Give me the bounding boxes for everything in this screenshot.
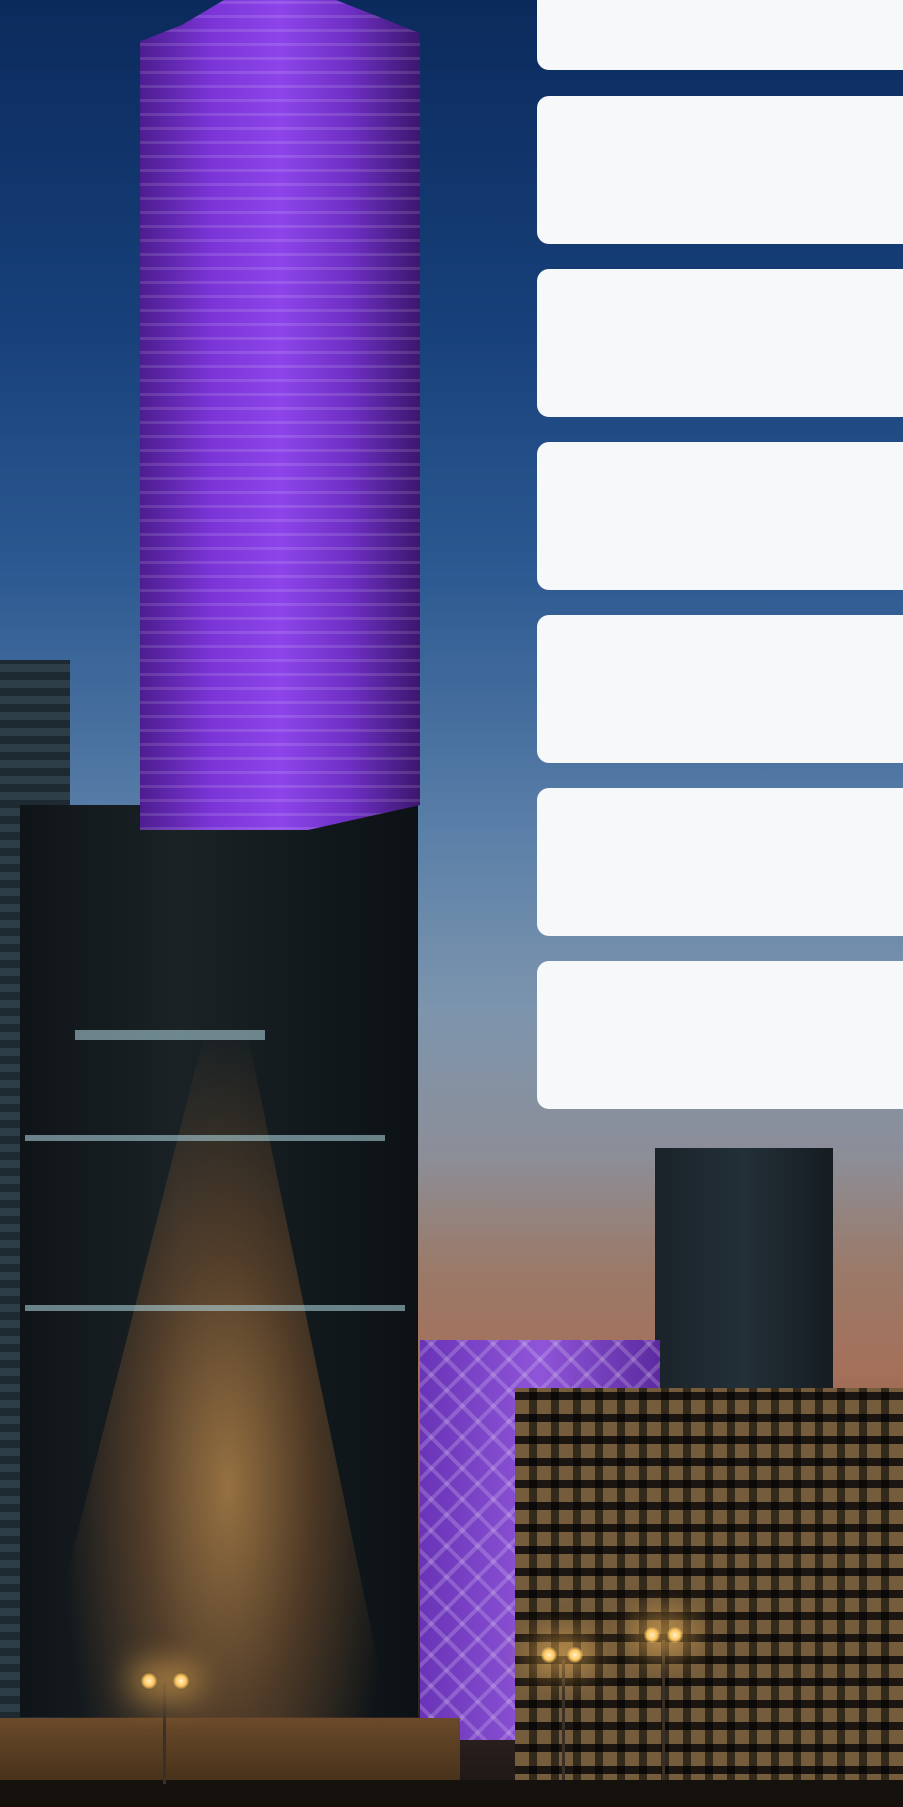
window-band [75, 1030, 265, 1040]
hero-background [0, 0, 903, 1807]
street-lamp [566, 1646, 584, 1664]
street-lamp [540, 1646, 558, 1664]
card-5[interactable] [537, 615, 903, 763]
card-7[interactable] [537, 961, 903, 1109]
card-2[interactable] [537, 96, 903, 244]
street-lamp [172, 1672, 190, 1690]
window-band [25, 1305, 405, 1311]
right-tower [655, 1148, 833, 1408]
spire-pattern [140, 0, 420, 830]
hotel-windows [515, 1388, 903, 1788]
card-3[interactable] [537, 269, 903, 417]
street-lamp [643, 1626, 661, 1644]
street-lamp [666, 1626, 684, 1644]
card-1[interactable] [537, 0, 903, 70]
street-lamp [140, 1672, 158, 1690]
street-lamp-pole [562, 1660, 565, 1780]
street-lamp-pole [662, 1640, 665, 1780]
street-lamp-pole [163, 1684, 166, 1784]
card-6[interactable] [537, 788, 903, 936]
ground [0, 1780, 903, 1807]
card-4[interactable] [537, 442, 903, 590]
window-band [25, 1135, 385, 1141]
